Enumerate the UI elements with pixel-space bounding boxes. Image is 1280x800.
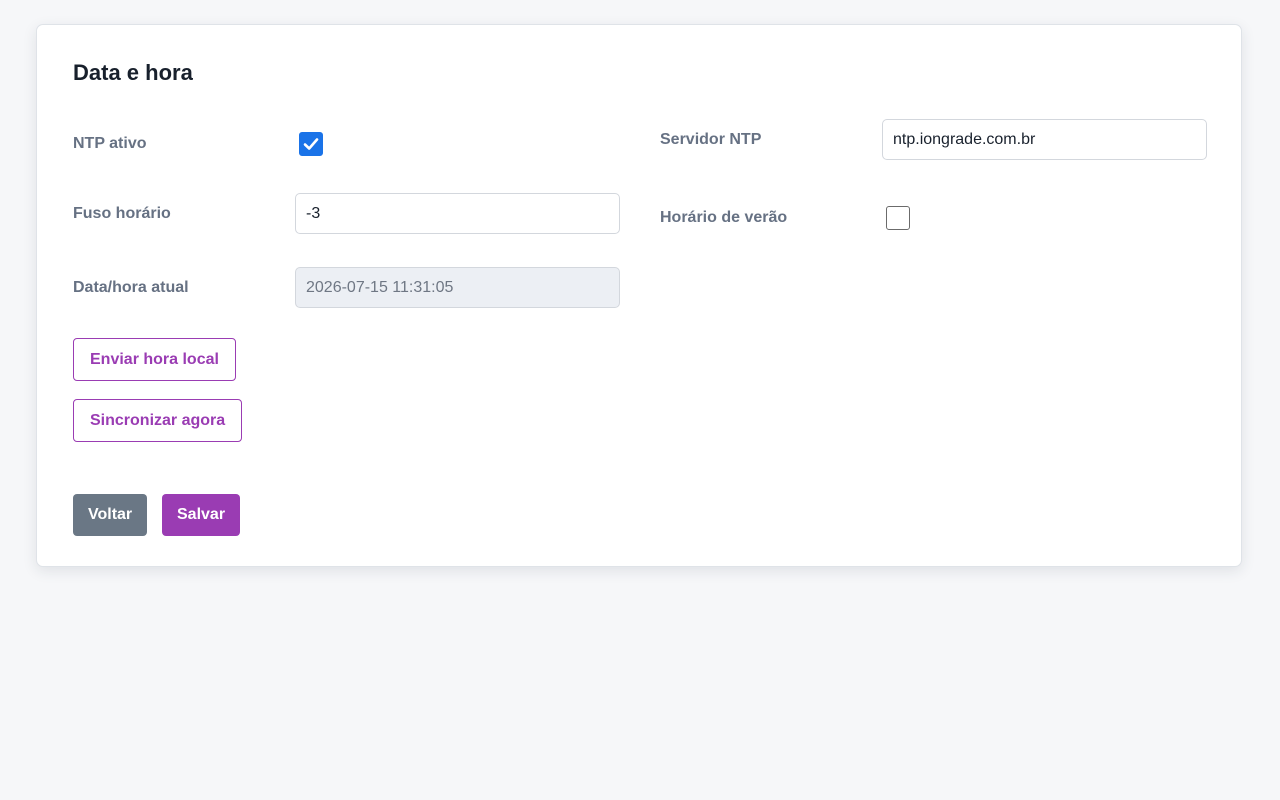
sync-now-button[interactable]: Sincronizar agora	[73, 399, 243, 442]
ntp-active-label: NTP ativo	[73, 135, 147, 152]
timezone-label: Fuso horário	[73, 205, 171, 222]
page-title: Data e hora	[73, 60, 193, 85]
save-button[interactable]: Salvar	[162, 494, 241, 536]
send-local-time-button[interactable]: Enviar hora local	[73, 338, 236, 381]
back-button[interactable]: Voltar	[73, 494, 148, 536]
ntp-server-label: Servidor NTP	[660, 131, 762, 148]
timezone-input[interactable]	[295, 193, 620, 234]
datetime-settings-card: Data e hora NTP ativo Servidor NTP Fuso …	[36, 24, 1242, 567]
ntp-server-input[interactable]	[882, 119, 1207, 160]
daylight-saving-checkbox[interactable]	[886, 206, 910, 230]
current-datetime-label: Data/hora atual	[73, 279, 189, 296]
current-datetime-field	[295, 267, 620, 308]
checkmark-icon	[303, 138, 319, 150]
ntp-active-checkbox[interactable]	[299, 132, 323, 156]
daylight-saving-label: Horário de verão	[660, 209, 788, 226]
